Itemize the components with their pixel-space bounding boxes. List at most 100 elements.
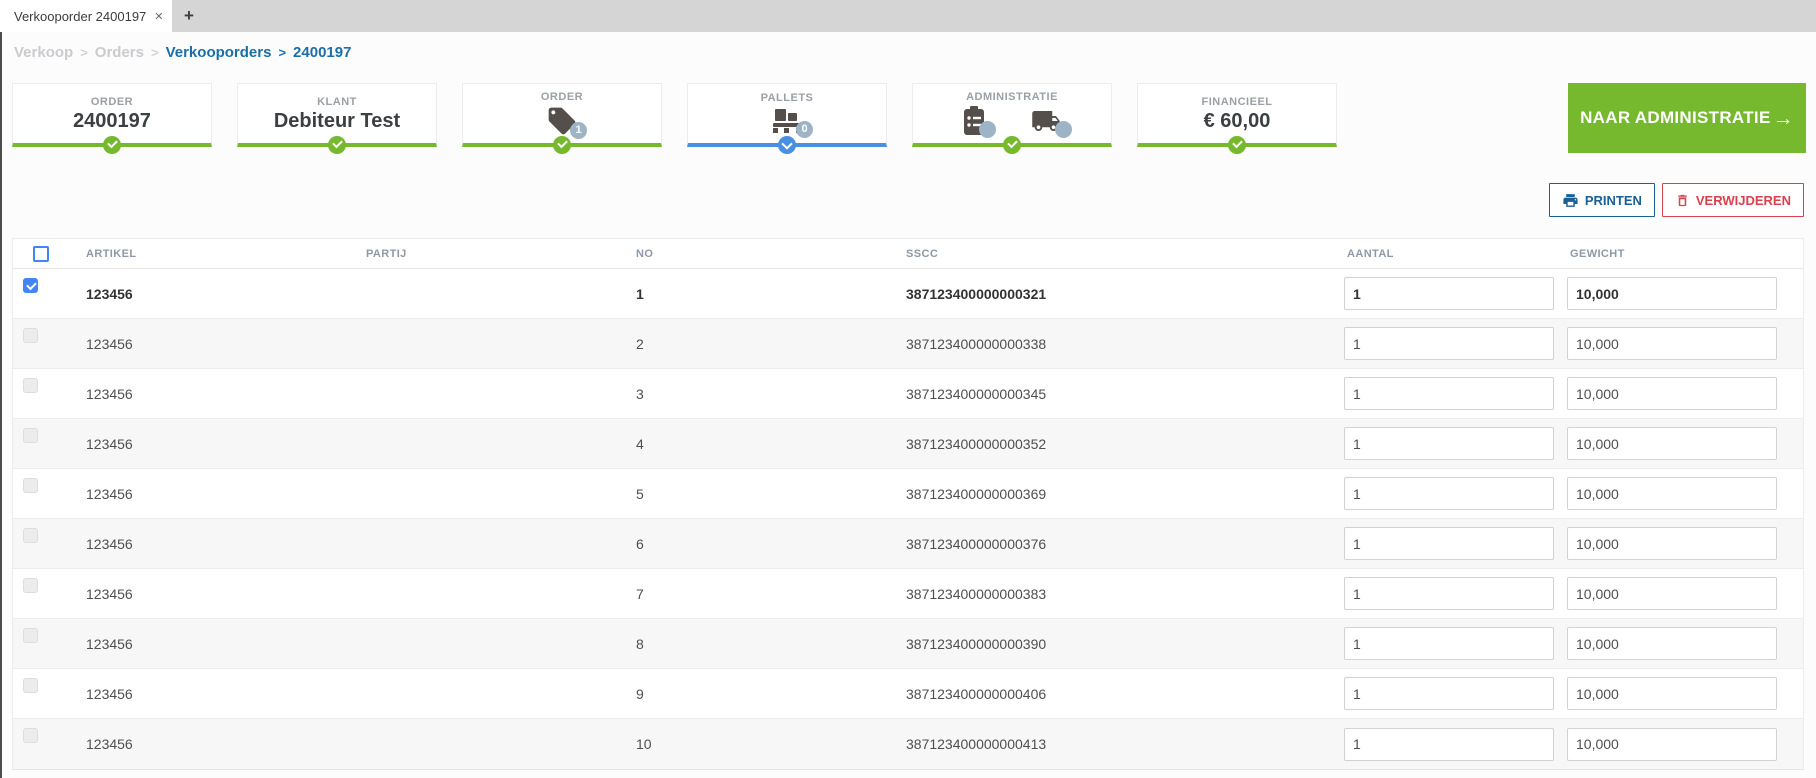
cell-sscc: 387123400000000321 bbox=[906, 285, 1047, 302]
table-row: 123456 7 387123400000000383 bbox=[13, 569, 1803, 619]
table-row: 123456 4 387123400000000352 bbox=[13, 419, 1803, 469]
breadcrumb: Verkoop > Orders > Verkooporders > 24001… bbox=[0, 32, 1816, 61]
row-checkbox[interactable] bbox=[23, 328, 38, 343]
count-badge: 0 bbox=[796, 120, 813, 138]
tab-bar: Verkooporder 2400197 ✕ + bbox=[0, 0, 1816, 32]
column-header-artikel[interactable]: ARTIKEL bbox=[71, 248, 341, 260]
pallet-icon: 0 bbox=[770, 106, 813, 138]
chevron-right-icon: > bbox=[80, 45, 88, 60]
table-row: 123456 6 387123400000000376 bbox=[13, 519, 1803, 569]
truck-icon bbox=[1029, 106, 1072, 138]
gewicht-input[interactable] bbox=[1567, 727, 1777, 761]
gewicht-input[interactable] bbox=[1567, 627, 1777, 660]
cell-sscc: 387123400000000406 bbox=[906, 685, 1047, 702]
chevron-right-icon: > bbox=[150, 45, 159, 60]
naar-administratie-button[interactable]: NAAR ADMINISTRATIE → bbox=[1568, 83, 1806, 153]
row-checkbox[interactable] bbox=[23, 478, 38, 493]
check-circle-icon bbox=[1003, 136, 1021, 154]
row-checkbox[interactable] bbox=[23, 678, 38, 693]
cell-sscc: 387123400000000376 bbox=[906, 535, 1047, 552]
select-all-checkbox[interactable] bbox=[33, 245, 49, 262]
column-header-gewicht[interactable]: GEWICHT bbox=[1559, 248, 1803, 260]
cell-artikel: 123456 bbox=[86, 585, 133, 602]
table-header-row: ARTIKEL PARTIJ NO SSCC AANTAL GEWICHT bbox=[13, 239, 1803, 269]
row-checkbox[interactable] bbox=[23, 428, 38, 443]
trash-icon bbox=[1675, 193, 1690, 208]
table-row: 123456 10 387123400000000413 bbox=[13, 719, 1803, 769]
card-label: KLANT bbox=[317, 95, 357, 108]
row-checkbox[interactable] bbox=[23, 628, 38, 643]
row-checkbox[interactable] bbox=[23, 278, 38, 293]
cell-no: 1 bbox=[636, 285, 644, 302]
chevron-right-icon: > bbox=[278, 45, 287, 60]
check-circle-icon bbox=[103, 136, 121, 154]
aantal-input[interactable] bbox=[1344, 677, 1554, 710]
gewicht-input[interactable] bbox=[1567, 427, 1777, 460]
print-button[interactable]: PRINTEN bbox=[1548, 183, 1655, 217]
status-card-financieel[interactable]: FINANCIEEL € 60,00 bbox=[1137, 83, 1337, 154]
status-card-pallets[interactable]: PALLETS 0 bbox=[687, 83, 887, 154]
status-card-order-lines[interactable]: ORDER 1 bbox=[462, 83, 662, 154]
tab-verkooporder[interactable]: Verkooporder 2400197 ✕ bbox=[0, 0, 172, 32]
tab-title: Verkooporder 2400197 bbox=[14, 8, 147, 24]
cell-sscc: 387123400000000352 bbox=[906, 435, 1047, 452]
cell-no: 4 bbox=[636, 435, 644, 452]
breadcrumb-verkooporders[interactable]: Verkooporders bbox=[166, 44, 272, 61]
aantal-input[interactable] bbox=[1344, 477, 1554, 510]
gewicht-input[interactable] bbox=[1567, 327, 1777, 360]
new-tab-button[interactable]: + bbox=[172, 0, 206, 32]
left-edge-strip bbox=[0, 32, 2, 778]
aantal-input[interactable] bbox=[1344, 427, 1554, 460]
gewicht-input[interactable] bbox=[1567, 527, 1777, 560]
table-row: 123456 2 387123400000000338 bbox=[13, 319, 1803, 369]
row-checkbox[interactable] bbox=[23, 378, 38, 393]
aantal-input[interactable] bbox=[1344, 627, 1554, 660]
table-row: 123456 8 387123400000000390 bbox=[13, 619, 1803, 669]
delete-button[interactable]: VERWIJDEREN bbox=[1661, 183, 1804, 217]
gewicht-input[interactable] bbox=[1567, 577, 1777, 610]
cell-no: 5 bbox=[636, 485, 644, 502]
aantal-input[interactable] bbox=[1344, 527, 1554, 560]
column-header-sscc[interactable]: SSCC bbox=[883, 248, 1319, 260]
column-header-aantal[interactable]: AANTAL bbox=[1319, 248, 1559, 260]
cell-sscc: 387123400000000390 bbox=[906, 635, 1047, 652]
row-checkbox[interactable] bbox=[23, 578, 38, 593]
cell-artikel: 123456 bbox=[86, 485, 133, 502]
column-header-no[interactable]: NO bbox=[613, 248, 883, 260]
cell-no: 6 bbox=[636, 535, 644, 552]
aantal-input[interactable] bbox=[1344, 277, 1554, 310]
aantal-input[interactable] bbox=[1344, 327, 1554, 360]
status-card-administratie[interactable]: ADMINISTRATIE bbox=[912, 83, 1112, 154]
aantal-input[interactable] bbox=[1344, 577, 1554, 610]
print-button-label: PRINTEN bbox=[1584, 192, 1642, 208]
count-badge bbox=[1055, 121, 1072, 138]
status-card-klant[interactable]: KLANT Debiteur Test bbox=[237, 83, 437, 154]
status-card-order-number[interactable]: ORDER 2400197 bbox=[12, 83, 212, 154]
aantal-input[interactable] bbox=[1344, 727, 1554, 761]
cell-no: 10 bbox=[636, 736, 652, 752]
breadcrumb-orders[interactable]: Orders bbox=[95, 44, 144, 61]
cell-no: 2 bbox=[636, 335, 644, 352]
secondary-actions: PRINTEN VERWIJDEREN bbox=[1548, 183, 1804, 217]
row-checkbox[interactable] bbox=[23, 728, 38, 743]
cell-artikel: 123456 bbox=[86, 685, 133, 702]
column-header-partij[interactable]: PARTIJ bbox=[341, 248, 613, 260]
tag-icon: 1 bbox=[546, 105, 587, 139]
gewicht-input[interactable] bbox=[1567, 677, 1777, 710]
cell-sscc: 387123400000000413 bbox=[906, 736, 1047, 752]
card-value: € 60,00 bbox=[1203, 109, 1271, 132]
table-row: 123456 1 387123400000000321 bbox=[13, 269, 1803, 319]
cell-artikel: 123456 bbox=[86, 285, 133, 302]
table-row: 123456 5 387123400000000369 bbox=[13, 469, 1803, 519]
gewicht-input[interactable] bbox=[1567, 277, 1777, 310]
gewicht-input[interactable] bbox=[1567, 377, 1777, 410]
cell-sscc: 387123400000000383 bbox=[906, 585, 1047, 602]
gewicht-input[interactable] bbox=[1567, 477, 1777, 510]
breadcrumb-verkoop[interactable]: Verkoop bbox=[14, 44, 73, 61]
aantal-input[interactable] bbox=[1344, 377, 1554, 410]
cell-artikel: 123456 bbox=[86, 435, 133, 452]
close-icon[interactable]: ✕ bbox=[154, 10, 163, 23]
card-label: ADMINISTRATIE bbox=[966, 91, 1058, 103]
cell-sscc: 387123400000000369 bbox=[906, 485, 1047, 502]
row-checkbox[interactable] bbox=[23, 528, 38, 543]
